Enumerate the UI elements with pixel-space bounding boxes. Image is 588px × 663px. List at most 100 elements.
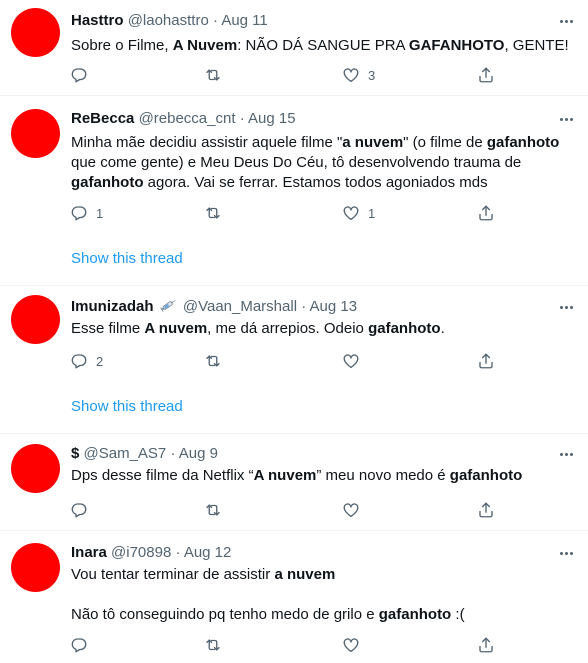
- share-icon[interactable]: [477, 501, 495, 519]
- author-name[interactable]: Imunizadah: [71, 298, 154, 315]
- reply-count: 1: [96, 205, 104, 221]
- reply-count: 2: [96, 353, 104, 369]
- tweet[interactable]: Hasttro @laohasttro · Aug 11 Sobre o Fil…: [0, 0, 588, 96]
- share-button[interactable]: [477, 198, 495, 228]
- separator-dot: ·: [170, 445, 176, 462]
- retweet-button[interactable]: [204, 60, 222, 90]
- like-icon[interactable]: [342, 501, 360, 519]
- more-icon[interactable]: [556, 297, 576, 317]
- highlighted-keyword: A Nuvem: [172, 37, 238, 54]
- author-handle[interactable]: @i70898: [111, 544, 171, 561]
- like-icon[interactable]: [342, 66, 360, 84]
- retweet-button[interactable]: [204, 630, 222, 660]
- share-icon[interactable]: [477, 204, 495, 222]
- reply-icon[interactable]: [70, 501, 88, 519]
- tweet-text: Vou tentar terminar de assistir a nuvem N…: [71, 565, 571, 625]
- share-button[interactable]: [477, 495, 495, 525]
- tweet[interactable]: Inara @i70898 · Aug 12 Vou tentar termin…: [0, 531, 588, 663]
- reply-button[interactable]: [70, 630, 88, 660]
- tweet-text-segment: Minha mãe decidiu assistir aquele filme …: [71, 134, 343, 151]
- reply-icon[interactable]: [70, 352, 88, 370]
- avatar[interactable]: [11, 8, 60, 57]
- share-button[interactable]: [477, 346, 495, 376]
- tweet-header: Imunizadah @Vaan_Marshall · Aug 13: [71, 297, 357, 317]
- retweet-button[interactable]: [204, 495, 222, 525]
- like-button[interactable]: [342, 630, 360, 660]
- tweet-text-segment: " (o filme de: [403, 134, 487, 151]
- retweet-icon[interactable]: [204, 636, 222, 654]
- reply-button[interactable]: 1: [70, 198, 103, 228]
- like-button[interactable]: [342, 346, 360, 376]
- retweet-button[interactable]: [204, 346, 222, 376]
- show-thread-link[interactable]: Show this thread: [71, 249, 183, 269]
- tweet-date[interactable]: Aug 11: [221, 12, 267, 29]
- like-icon[interactable]: [342, 204, 360, 222]
- reply-button[interactable]: [70, 60, 88, 90]
- author-handle[interactable]: @Vaan_Marshall: [183, 298, 297, 315]
- tweet-header: $ @Sam_AS7 · Aug 9: [71, 444, 218, 464]
- tweet-date[interactable]: Aug 15: [248, 110, 296, 127]
- share-button[interactable]: [477, 60, 495, 90]
- reply-icon[interactable]: [70, 204, 88, 222]
- syringe-emoji-icon: [159, 299, 176, 312]
- author-handle[interactable]: @Sam_AS7: [84, 445, 167, 462]
- reply-icon[interactable]: [70, 66, 88, 84]
- reply-button[interactable]: 2: [70, 346, 103, 376]
- retweet-icon[interactable]: [204, 66, 222, 84]
- tweet-actions: [62, 630, 502, 660]
- tweet-text: Minha mãe decidiu assistir aquele filme …: [71, 133, 571, 193]
- tweet-date[interactable]: Aug 13: [310, 298, 358, 315]
- author-handle[interactable]: @rebecca_cnt: [139, 110, 236, 127]
- separator-dot: ·: [212, 12, 218, 29]
- tweet-text: Esse filme A nuvem, me dá arrepios. Odei…: [71, 319, 571, 339]
- tweet-date[interactable]: Aug 9: [179, 445, 218, 462]
- more-icon[interactable]: [556, 109, 576, 129]
- avatar[interactable]: [11, 444, 60, 493]
- share-icon[interactable]: [477, 66, 495, 84]
- like-button[interactable]: 3: [342, 60, 375, 90]
- highlighted-keyword: gafanhoto: [378, 606, 452, 623]
- highlighted-keyword: gafanhoto: [486, 134, 560, 151]
- share-icon[interactable]: [477, 352, 495, 370]
- more-icon[interactable]: [556, 543, 576, 563]
- tweet-date[interactable]: Aug 12: [184, 544, 232, 561]
- tweet-text-segment: que come gente) e Meu Deus Do Céu, tô de…: [71, 154, 522, 171]
- tweet-header: Inara @i70898 · Aug 12: [71, 543, 231, 563]
- avatar[interactable]: [11, 543, 60, 592]
- reply-icon[interactable]: [70, 636, 88, 654]
- tweet[interactable]: Imunizadah @Vaan_Marshall · Aug 13 Esse …: [0, 286, 588, 434]
- like-button[interactable]: 1: [342, 198, 375, 228]
- avatar[interactable]: [11, 295, 60, 344]
- share-button[interactable]: [477, 630, 495, 660]
- like-button[interactable]: [342, 495, 360, 525]
- highlighted-keyword: gafanhoto: [71, 174, 144, 191]
- tweet-text: Dps desse filme da Netflix “A nuvem” meu…: [71, 466, 571, 486]
- retweet-icon[interactable]: [204, 352, 222, 370]
- tweet-text-segment: Esse filme: [71, 320, 145, 337]
- retweet-icon[interactable]: [204, 501, 222, 519]
- author-name[interactable]: $: [71, 445, 79, 462]
- more-icon[interactable]: [556, 444, 576, 464]
- author-name[interactable]: ReBecca: [71, 110, 134, 127]
- highlighted-keyword: a nuvem: [342, 134, 404, 151]
- highlighted-keyword: gafanhoto: [368, 320, 441, 337]
- like-count: 1: [368, 205, 376, 221]
- author-name[interactable]: Inara: [71, 544, 107, 561]
- tweet[interactable]: $ @Sam_AS7 · Aug 9 Dps desse filme da Ne…: [0, 434, 588, 531]
- tweet-actions: 3: [62, 60, 502, 90]
- like-icon[interactable]: [342, 352, 360, 370]
- tweet[interactable]: ReBecca @rebecca_cnt · Aug 15 Minha mãe …: [0, 96, 588, 286]
- reply-button[interactable]: [70, 495, 88, 525]
- show-thread-link[interactable]: Show this thread: [71, 397, 183, 417]
- separator-dot: ·: [301, 298, 307, 315]
- share-icon[interactable]: [477, 636, 495, 654]
- avatar[interactable]: [11, 109, 60, 158]
- author-name[interactable]: Hasttro: [71, 12, 124, 29]
- retweet-icon[interactable]: [204, 204, 222, 222]
- tweet-text-segment: Dps desse filme da Netflix “: [71, 467, 254, 484]
- author-handle[interactable]: @laohasttro: [128, 12, 209, 29]
- like-icon[interactable]: [342, 636, 360, 654]
- tweet-text-segment: ” meu novo medo é: [316, 467, 450, 484]
- retweet-button[interactable]: [204, 198, 222, 228]
- more-icon[interactable]: [556, 11, 576, 31]
